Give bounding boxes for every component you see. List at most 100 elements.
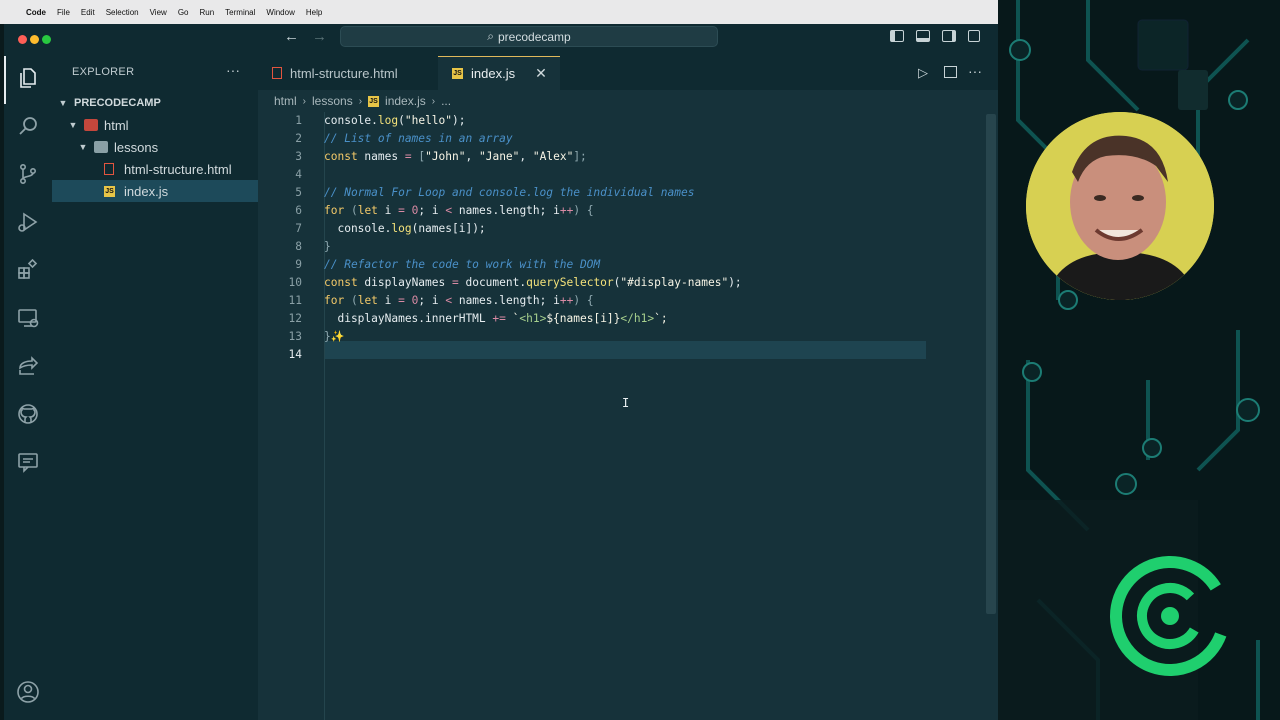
close-icon[interactable]: ✕ <box>535 65 547 82</box>
back-arrow-icon[interactable]: ← <box>284 28 299 45</box>
live-share-icon[interactable] <box>4 346 52 386</box>
toggle-panel-icon[interactable] <box>916 30 930 42</box>
code-token: for <box>324 294 345 307</box>
breadcrumb-file[interactable]: index.js <box>385 94 426 108</box>
chevron-right-icon: › <box>302 95 307 107</box>
line-number: 2 <box>295 132 302 145</box>
project-folder-row[interactable]: ▼ PRECODECAMP <box>52 92 258 114</box>
search-icon[interactable] <box>4 106 52 146</box>
code-token: let <box>357 294 378 307</box>
code-token: ${names[i]} <box>546 312 621 325</box>
code-line-6: for (let i = 0; i < names.length; i++) { <box>324 202 594 220</box>
editor-scrollbar[interactable] <box>986 114 996 614</box>
code-token: ++ <box>559 204 574 217</box>
forward-arrow-icon[interactable]: → <box>312 28 327 45</box>
code-token: , <box>519 150 533 163</box>
source-control-icon[interactable] <box>4 154 52 194</box>
code-token: names <box>357 150 405 163</box>
search-text: precodecamp <box>498 29 571 44</box>
chevron-right-icon: › <box>431 95 436 107</box>
breadcrumb-lessons[interactable]: lessons <box>312 94 353 108</box>
toggle-secondary-sidebar-icon[interactable] <box>942 30 956 42</box>
tab-index-js[interactable]: JS index.js ✕ <box>438 56 560 90</box>
remote-explorer-icon[interactable] <box>4 298 52 338</box>
files-icon[interactable] <box>4 58 52 98</box>
close-window-button[interactable] <box>18 35 27 44</box>
code-editor[interactable]: 1 2 3 4 5 6 7 8 9 10 11 12 13 14 console… <box>258 112 998 720</box>
code-line-9: // Refactor the code to work with the DO… <box>324 258 601 271</box>
account-icon[interactable] <box>4 672 52 712</box>
menu-edit[interactable]: Edit <box>81 8 95 17</box>
folder-icon <box>84 119 98 131</box>
line-number: 5 <box>295 186 302 199</box>
line-number: 8 <box>295 240 302 253</box>
file-row-index-js[interactable]: JS index.js <box>52 180 258 202</box>
menu-file[interactable]: File <box>57 8 70 17</box>
code-token: "John" <box>425 150 466 163</box>
folder-label: html <box>104 117 129 133</box>
menu-app-name[interactable]: Code <box>26 8 46 17</box>
tab-html-structure[interactable]: html-structure.html <box>258 56 438 90</box>
line-number: 12 <box>288 312 302 325</box>
menu-window[interactable]: Window <box>266 8 294 17</box>
breadcrumb-html[interactable]: html <box>274 94 297 108</box>
command-center-search[interactable]: ⌕ precodecamp <box>340 26 718 47</box>
code-token: [ <box>411 150 426 163</box>
code-token: displayNames <box>357 276 452 289</box>
menu-run[interactable]: Run <box>199 8 214 17</box>
code-token: = <box>398 204 405 217</box>
code-token: i <box>377 294 399 307</box>
explorer-title: EXPLORER <box>72 66 135 78</box>
line-number: 10 <box>288 276 302 289</box>
breadcrumb-symbols[interactable]: ... <box>441 94 451 108</box>
code-token: "#display-names" <box>620 276 729 289</box>
run-debug-icon[interactable] <box>4 202 52 242</box>
code-token: ( <box>344 204 358 217</box>
more-actions-icon[interactable]: ··· <box>226 62 240 78</box>
code-line-10: const displayNames = document.querySelec… <box>324 274 742 292</box>
code-token: ; i <box>418 294 446 307</box>
customize-layout-icon[interactable] <box>968 30 980 42</box>
line-number: 7 <box>295 222 302 235</box>
run-icon[interactable]: ▷ <box>918 65 928 81</box>
split-editor-icon[interactable] <box>944 66 957 78</box>
minimize-window-button[interactable] <box>30 35 39 44</box>
menu-view[interactable]: View <box>150 8 167 17</box>
code-token: let <box>357 204 378 217</box>
js-file-icon: JS <box>104 185 115 197</box>
tab-label: index.js <box>471 66 516 81</box>
js-file-icon: JS <box>452 68 463 79</box>
code-token: ++ <box>559 294 574 307</box>
line-number: 11 <box>288 294 302 307</box>
html-file-icon <box>272 67 282 79</box>
code-line-2: // List of names in an array <box>324 132 513 145</box>
js-file-icon: JS <box>368 95 380 107</box>
code-token: , <box>465 150 479 163</box>
menu-selection[interactable]: Selection <box>106 8 139 17</box>
code-token: querySelector <box>526 276 614 289</box>
breadcrumb: html › lessons › JS index.js › ... <box>274 90 451 112</box>
code-token: `; <box>654 312 668 325</box>
search-icon: ⌕ <box>487 29 494 43</box>
folder-row-lessons[interactable]: ▼ lessons <box>52 136 258 158</box>
folder-row-html[interactable]: ▼ html <box>52 114 258 136</box>
comments-icon[interactable] <box>4 442 52 482</box>
code-token: ` <box>505 312 520 325</box>
menu-help[interactable]: Help <box>306 8 322 17</box>
extensions-icon[interactable] <box>4 250 52 290</box>
chevron-down-icon: ▼ <box>68 120 78 130</box>
title-bar: ← → ⌕ precodecamp <box>4 24 998 56</box>
code-line-11: for (let i = 0; i < names.length; i++) { <box>324 292 594 310</box>
line-number: 1 <box>295 114 302 127</box>
toggle-primary-sidebar-icon[interactable] <box>890 30 904 42</box>
menu-go[interactable]: Go <box>178 8 189 17</box>
menu-terminal[interactable]: Terminal <box>225 8 255 17</box>
more-actions-icon[interactable]: ··· <box>968 63 982 79</box>
file-row-html-structure[interactable]: html-structure.html <box>52 158 258 180</box>
zoom-window-button[interactable] <box>42 35 51 44</box>
code-token: = <box>404 150 412 163</box>
chevron-down-icon: ▼ <box>58 98 68 108</box>
github-icon[interactable] <box>4 394 52 434</box>
